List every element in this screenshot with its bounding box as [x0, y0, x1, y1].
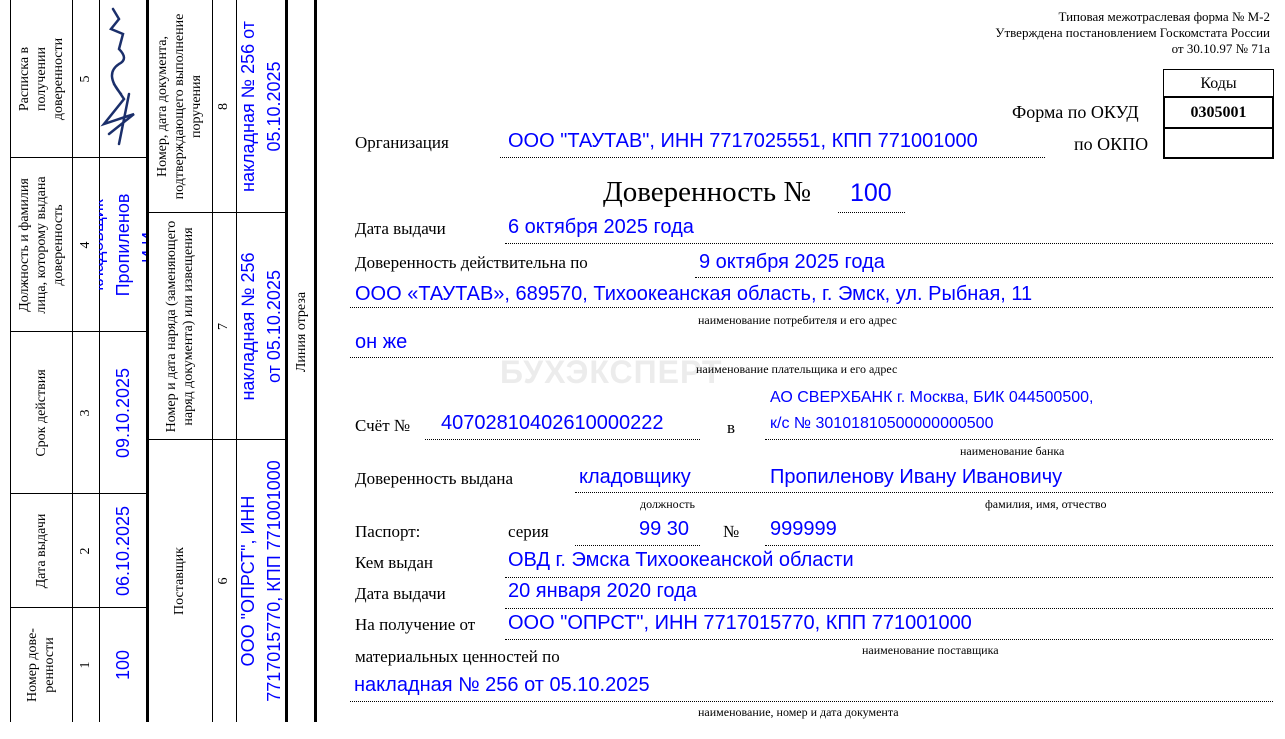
account-value: 40702810402610000222 — [441, 412, 664, 434]
bank-line1: АО СВЕРХБАНК г. Москва, БИК 044500500, — [770, 389, 1094, 406]
document-caption: наименование, номер и дата документа — [698, 705, 899, 719]
payer-value: он же — [355, 331, 408, 353]
bank-in-label: в — [727, 418, 736, 437]
col5-header: Расписка в получении доверенности — [16, 37, 66, 121]
col4-value: кладовщик Пропиленов И.И. — [99, 193, 146, 297]
position-value: кладовщику — [579, 466, 691, 488]
col2-header: Дата выдачи — [33, 513, 49, 589]
valid-until-label: Доверенность действительна по — [355, 253, 588, 272]
col5-num: 5 — [77, 75, 93, 83]
watermark: БУХЭКСПЕРТ — [500, 354, 723, 390]
col3-num: 3 — [77, 409, 93, 417]
account-label: Счёт № — [355, 416, 411, 435]
supplier-value: ООО "ОПРСТ", ИНН 7717015770, КПП 7710010… — [508, 612, 972, 634]
position-caption: должность — [640, 497, 695, 511]
consumer-value: ООО «ТАУТАВ», 689570, Тихоокеанская обла… — [355, 283, 1033, 305]
col7-value: накладная № 256 от 05.10.2025 — [237, 252, 284, 401]
payer-caption: наименование плательщика и его адрес — [696, 362, 898, 376]
col6-header: Поставщик — [172, 547, 187, 615]
bank-caption: наименование банка — [960, 444, 1065, 458]
org-value: ООО "ТАУТАВ", ИНН 7717025551, КПП 771001… — [508, 130, 978, 152]
col1-value: 100 — [112, 649, 133, 681]
series-value: 99 30 — [639, 518, 690, 540]
passport-date-value: 20 января 2020 года — [508, 580, 697, 602]
passport-no-label: № — [723, 522, 740, 541]
col1-header: Номер дове-ренности — [25, 628, 57, 702]
form-info: Типовая межотраслевая форма № М-2 Утверж… — [995, 9, 1270, 57]
col1-num: 1 — [77, 661, 93, 669]
passport-label: Паспорт: — [355, 522, 421, 541]
supplier-caption: наименование поставщика — [862, 643, 999, 657]
col8-num: 8 — [216, 103, 231, 110]
col2-value: 06.10.2025 — [112, 505, 133, 597]
receive-from-label: На получение от — [355, 615, 476, 634]
col3-header: Срок действия — [33, 369, 49, 457]
bank-line2: к/с № 30101810500000000500 — [770, 415, 994, 432]
signature-icon — [100, 7, 135, 146]
person-value: Пропиленову Ивану Ивановичу — [770, 466, 1063, 488]
issued-by-value: ОВД г. Эмска Тихоокеанской области — [508, 549, 854, 571]
passport-number: 999999 — [770, 518, 837, 540]
col4-header: Должность и фамилия лица, которому выдан… — [16, 176, 66, 314]
page-title: Доверенность № — [603, 176, 811, 208]
col8-header: Номер, дата документа, подтверждающего в… — [155, 13, 204, 200]
col3-value: 09.10.2025 — [112, 367, 133, 459]
col4-num: 4 — [77, 241, 93, 249]
form-line2: Утверждена постановлением Госкомстата Ро… — [995, 25, 1270, 40]
goods-label: материальных ценностей по — [355, 647, 560, 666]
issue-date-label: Дата выдачи — [355, 219, 446, 238]
okpo-value[interactable] — [1163, 127, 1274, 159]
valid-until-value: 9 октября 2025 года — [699, 251, 885, 273]
okpo-label: по ОКПО — [1074, 134, 1149, 154]
poa-number: 100 — [850, 179, 892, 207]
issue-date-value: 6 октября 2025 года — [508, 216, 694, 238]
col7-num: 7 — [216, 323, 231, 330]
passport-date-label: Дата выдачи — [355, 584, 446, 603]
person-caption: фамилия, имя, отчество — [985, 497, 1107, 511]
col2-num: 2 — [77, 547, 93, 555]
okud-label: Форма по ОКУД — [1012, 102, 1139, 122]
col7-header: Номер и дата наряда (заменяющего наряд д… — [163, 220, 196, 433]
consumer-caption: наименование потребителя и его адрес — [698, 313, 897, 327]
series-label: серия — [508, 522, 549, 541]
issued-to-label: Доверенность выдана — [355, 469, 513, 488]
form-line3: от 30.10.97 № 71а — [1171, 41, 1270, 56]
codes-header: Коды — [1163, 69, 1274, 98]
signature — [99, 0, 146, 158]
form-line1: Типовая межотраслевая форма № М-2 — [1058, 9, 1270, 24]
col6-value: ООО "ОПРСТ", ИНН 7717015770, КПП 7710010… — [237, 460, 284, 702]
okud-value: 0305001 — [1163, 96, 1274, 129]
col6-num: 6 — [216, 577, 231, 585]
cut-line-label: Линия отреза — [293, 291, 309, 373]
col8-value: накладная № 256 от 05.10.2025 — [237, 21, 284, 192]
org-label: Организация — [355, 133, 449, 152]
stub-table: Номер дове-ренности 1 100 Дата выдачи 2 … — [0, 0, 317, 722]
issued-by-label: Кем выдан — [355, 553, 433, 572]
document-value: накладная № 256 от 05.10.2025 — [354, 674, 650, 696]
